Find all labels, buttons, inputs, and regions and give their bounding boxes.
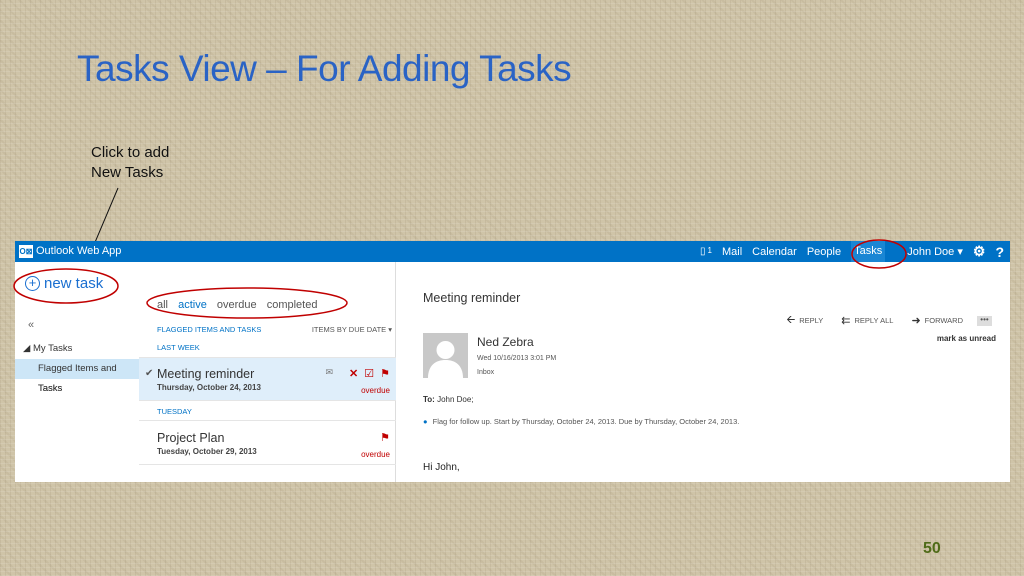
forward-arrow-icon: ➜: [911, 315, 921, 327]
message-subject: Meeting reminder: [423, 291, 521, 305]
outlook-logo-icon: O⊠: [19, 245, 33, 258]
nav-calendar[interactable]: Calendar: [752, 246, 797, 258]
mark-complete-icon[interactable]: ☑: [364, 367, 374, 380]
person-silhouette-icon: [428, 341, 463, 378]
nav-mail[interactable]: Mail: [722, 246, 742, 258]
help-icon[interactable]: ?: [995, 244, 1004, 260]
list-header: FLAGGED ITEMS AND TASKS ITEMS BY DUE DAT…: [157, 325, 392, 334]
callout-line-1: Click to add: [91, 144, 170, 161]
mark-as-unread-link[interactable]: mark as unread: [937, 334, 996, 343]
task-list-pane: all active overdue completed FLAGGED ITE…: [139, 262, 396, 482]
message-body-greeting: Hi John,: [423, 462, 460, 473]
checkmark-icon: ✔: [145, 368, 154, 379]
new-task-button[interactable]: + new task: [25, 275, 103, 292]
notification-count: 1: [707, 246, 712, 255]
page-number: 50: [923, 540, 941, 557]
flag-info-text: Flag for follow up. Start by Thursday, O…: [432, 417, 740, 426]
task-date: Thursday, October 24, 2013: [157, 383, 261, 392]
plus-circle-icon: +: [25, 276, 40, 291]
folder-label: Inbox: [477, 369, 495, 376]
callout-text: Click to add New Tasks: [91, 143, 169, 183]
task-date: Tuesday, October 29, 2013: [157, 447, 257, 456]
to-recipient[interactable]: John Doe;: [437, 395, 473, 404]
avatar: [423, 333, 468, 378]
left-navigation: + new task « ◢ My Tasks Flagged Items an…: [15, 262, 139, 482]
reply-button[interactable]: 🡨 REPLY: [786, 311, 823, 330]
overdue-label: overdue: [361, 386, 390, 395]
reply-all-label: REPLY ALL: [854, 316, 894, 325]
flag-info: ● Flag for follow up. Start by Thursday,…: [423, 417, 739, 426]
to-label: To:: [423, 395, 435, 404]
collapse-nav-button[interactable]: «: [28, 319, 34, 331]
sort-dropdown[interactable]: ITEMS BY DUE DATE ▾: [312, 325, 392, 334]
list-header-label: FLAGGED ITEMS AND TASKS: [157, 325, 262, 334]
divider: [139, 464, 396, 465]
flag-icon[interactable]: ⚑: [380, 431, 390, 444]
notification-bell-icon: ▯: [700, 246, 706, 257]
overdue-label: overdue: [361, 450, 390, 459]
flag-icon[interactable]: ⚑: [380, 367, 390, 380]
app-name[interactable]: Outlook Web App: [36, 245, 121, 257]
new-task-label: new task: [44, 275, 104, 292]
outlook-web-app-window: O⊠ Outlook Web App ▯ 1 Mail Calendar Peo…: [15, 241, 1010, 482]
reading-pane: Meeting reminder 🡨 REPLY ⇇ REPLY ALL ➜ F…: [397, 262, 1010, 482]
my-tasks-section[interactable]: ◢ My Tasks: [23, 343, 72, 354]
task-filter-bar: all active overdue completed: [157, 299, 324, 311]
group-label-tuesday: TUESDAY: [157, 407, 192, 416]
slide-title: Tasks View – For Adding Tasks: [77, 48, 572, 89]
message-actions: 🡨 REPLY ⇇ REPLY ALL ➜ FORWARD •••: [768, 311, 992, 330]
reply-all-button[interactable]: ⇇ REPLY ALL: [841, 314, 893, 327]
to-line: To: John Doe;: [423, 395, 474, 404]
forward-button[interactable]: ➜ FORWARD: [911, 314, 963, 327]
user-menu[interactable]: John Doe ▾: [907, 245, 963, 258]
notification-button[interactable]: ▯ 1: [700, 246, 712, 257]
task-title: Meeting reminder: [157, 367, 255, 381]
nav-tasks[interactable]: Tasks: [851, 241, 886, 262]
task-row-meeting-reminder[interactable]: ✔ Meeting reminder Thursday, October 24,…: [139, 358, 396, 400]
top-bar: O⊠ Outlook Web App ▯ 1 Mail Calendar Peo…: [15, 241, 1010, 262]
callout-line-2: New Tasks: [91, 164, 164, 181]
filter-completed[interactable]: completed: [267, 299, 318, 311]
delete-icon[interactable]: ✕: [349, 367, 358, 380]
more-actions-button[interactable]: •••: [977, 315, 992, 326]
filter-all[interactable]: all: [157, 299, 168, 311]
nav-people[interactable]: People: [807, 246, 841, 258]
filter-overdue[interactable]: overdue: [217, 299, 257, 311]
divider: [139, 420, 396, 421]
task-row-actions: ⚑: [374, 431, 390, 444]
task-row-project-plan[interactable]: Project Plan Tuesday, October 29, 2013 ⚑…: [139, 422, 396, 464]
gear-icon[interactable]: ⚙: [973, 243, 986, 260]
reply-arrow-icon: 🡨: [786, 314, 796, 326]
sidebar-item-flagged-items-and-tasks[interactable]: Flagged Items and Tasks: [15, 359, 139, 394]
mail-icon[interactable]: ✉: [325, 367, 333, 380]
task-row-actions: ✉ ✕ ☑ ⚑: [319, 367, 390, 380]
filter-active[interactable]: active: [178, 299, 207, 311]
task-title: Project Plan: [157, 431, 225, 445]
forward-label: FORWARD: [924, 316, 963, 325]
reply-label: REPLY: [799, 316, 824, 325]
sent-date: Wed 10/16/2013 3:01 PM: [477, 355, 557, 362]
reply-all-arrow-icon: ⇇: [841, 315, 851, 327]
sidebar-item-tasks[interactable]: Tasks: [15, 379, 139, 399]
group-label-last-week: LAST WEEK: [157, 343, 200, 352]
divider: [139, 400, 396, 401]
bullet-icon: ●: [423, 417, 428, 426]
sender-name[interactable]: Ned Zebra: [477, 335, 534, 349]
